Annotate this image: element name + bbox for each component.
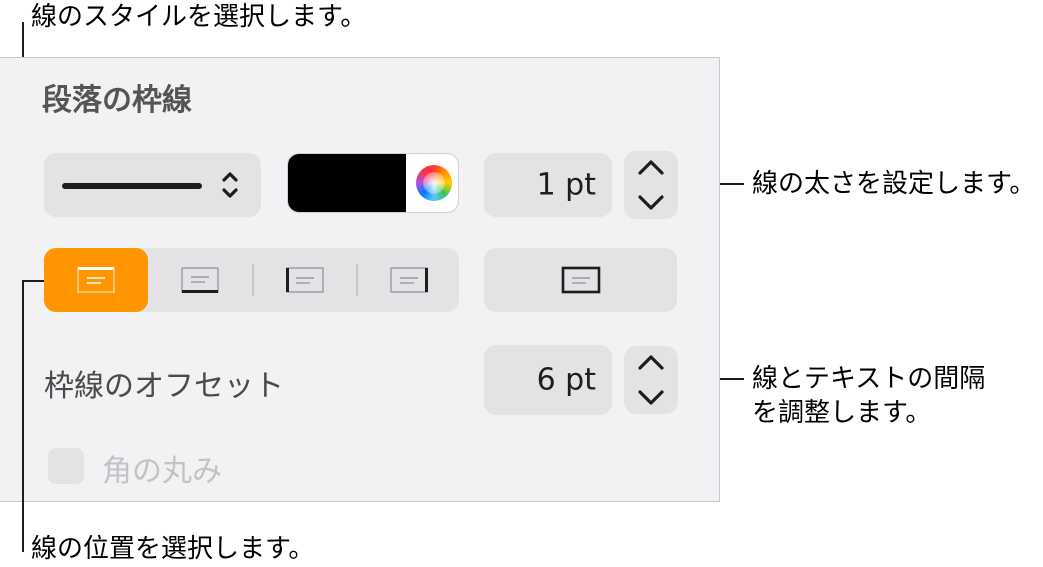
left-border-button[interactable] [254, 248, 356, 312]
box-border-button[interactable] [484, 248, 677, 312]
color-well[interactable] [287, 153, 459, 213]
thickness-value: 1 pt [536, 167, 596, 203]
line-style-popup[interactable] [44, 153, 261, 217]
callout-line-style: 線のスタイルを選択します。 [31, 2, 367, 32]
stepper-up-icon[interactable] [624, 151, 678, 185]
right-border-button[interactable] [358, 248, 459, 312]
callout-spacing-line1: 線とテキストの間隔 [752, 364, 986, 394]
left-border-icon [286, 267, 324, 293]
offset-stepper[interactable] [624, 346, 678, 414]
color-swatch[interactable] [288, 154, 406, 212]
right-border-icon [389, 267, 428, 293]
thickness-field[interactable]: 1 pt [484, 153, 612, 217]
up-down-chevron-icon [222, 172, 238, 198]
box-border-icon [561, 266, 600, 294]
offset-field[interactable]: 6 pt [484, 345, 612, 415]
bottom-border-button[interactable] [148, 248, 252, 312]
offset-label: 枠線のオフセット [44, 369, 284, 404]
top-border-icon [77, 267, 115, 293]
stepper-up-icon[interactable] [624, 346, 678, 380]
solid-line-preview [62, 183, 202, 189]
bottom-border-icon [181, 267, 219, 293]
section-title: 段落の枠線 [42, 83, 192, 118]
border-position-segmented[interactable] [44, 248, 459, 312]
rounded-corners-checkbox[interactable] [48, 448, 84, 484]
thickness-stepper[interactable] [624, 151, 678, 219]
offset-value: 6 pt [536, 362, 596, 398]
callout-position-leader [22, 280, 24, 552]
callout-thickness: 線の太さを設定します。 [752, 169, 1036, 199]
paragraph-border-panel: 段落の枠線 1 pt 枠線のオフセット 6 pt 角の丸み [0, 57, 720, 502]
callout-spacing-line2: を調整します。 [752, 398, 932, 428]
callout-position: 線の位置を選択します。 [31, 534, 315, 564]
callout-position-leader-h [22, 280, 44, 282]
color-wheel-icon[interactable] [416, 165, 452, 201]
top-border-button[interactable] [44, 248, 148, 312]
stepper-down-icon[interactable] [624, 185, 678, 219]
stepper-down-icon[interactable] [624, 380, 678, 414]
rounded-corners-label: 角の丸み [102, 454, 222, 489]
